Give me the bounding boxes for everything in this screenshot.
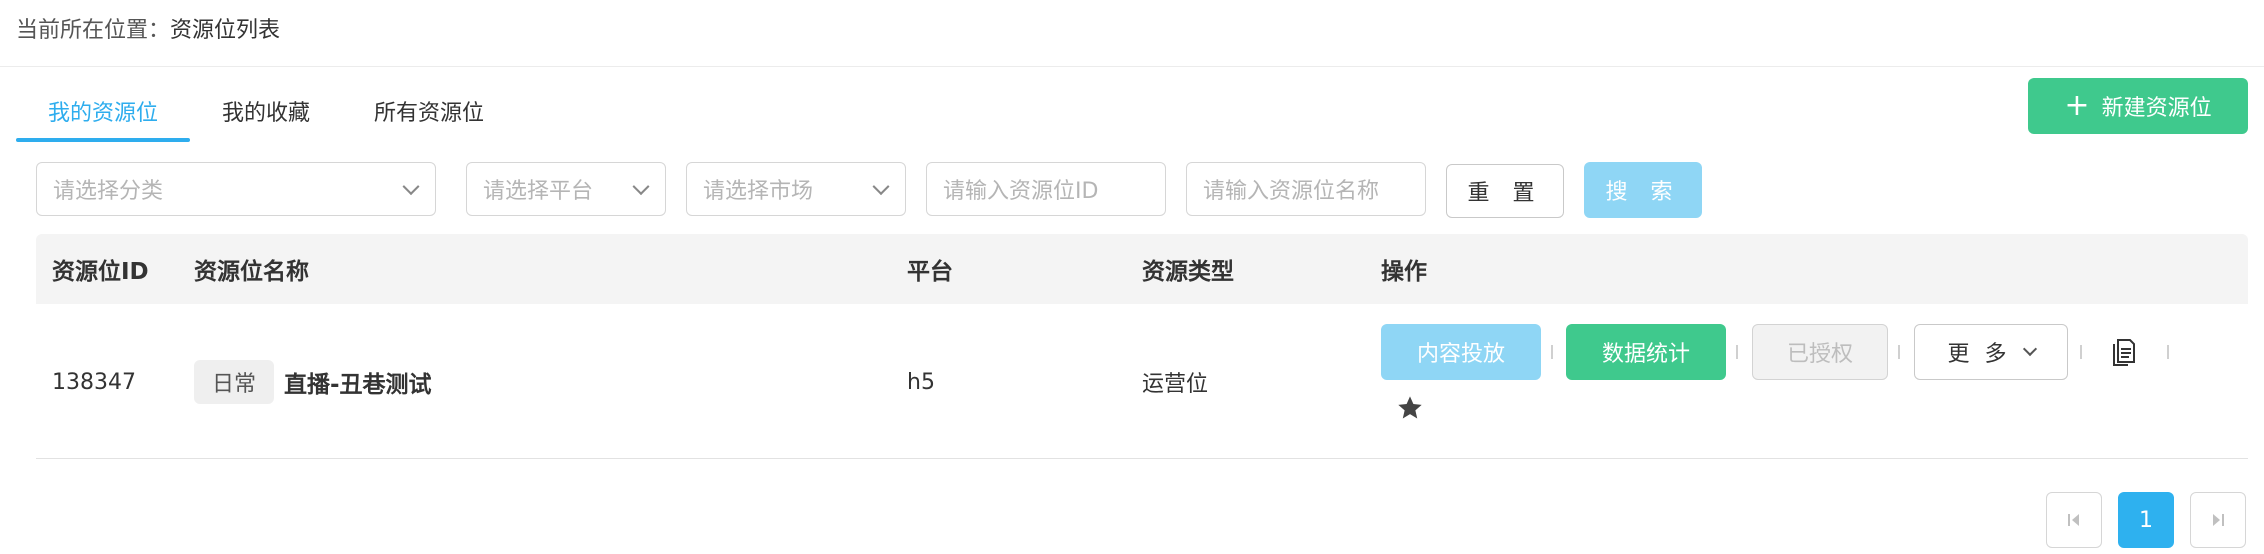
new-resource-button[interactable]: + 新建资源位 — [2028, 78, 2248, 134]
document-copy-icon[interactable] — [2110, 336, 2140, 368]
content-delivery-button[interactable]: 内容投放 — [1381, 324, 1541, 380]
chevron-down-icon — [632, 178, 650, 196]
resource-type-value: 运营位 — [1142, 372, 1209, 397]
action-separator — [1736, 345, 1738, 359]
column-header-id: 资源位ID — [52, 259, 149, 285]
tag-badge: 日常 — [194, 360, 275, 404]
column-header-actions: 操作 — [1381, 259, 1427, 285]
action-separator — [1551, 345, 1553, 359]
chevron-down-icon — [872, 178, 890, 196]
platform-value: h5 — [907, 369, 935, 395]
search-button[interactable]: 搜 索 — [1584, 162, 1702, 218]
first-page-button[interactable] — [2046, 492, 2102, 548]
authorized-button: 已授权 — [1752, 324, 1888, 380]
tab-label: 我的收藏 — [222, 101, 311, 126]
data-statistics-button[interactable]: 数据统计 — [1566, 324, 1726, 380]
breadcrumb-current: 资源位列表 — [170, 18, 281, 43]
action-separator — [2080, 345, 2082, 359]
breadcrumb: 当前所在位置： 资源位列表 — [16, 10, 280, 46]
column-header-name: 资源位名称 — [194, 259, 309, 285]
tab-my-resources[interactable]: 我的资源位 — [16, 80, 191, 142]
reset-button[interactable]: 重 置 — [1446, 164, 1564, 218]
category-placeholder: 请选择分类 — [53, 179, 164, 204]
last-page-icon — [2213, 514, 2224, 526]
resource-id-placeholder: 请输入资源位ID — [943, 179, 1099, 204]
platform-select[interactable]: 请选择平台 — [466, 162, 666, 216]
tab-label: 我的资源位 — [48, 101, 159, 126]
tab-bar: 我的资源位 我的收藏 所有资源位 — [16, 80, 516, 142]
plus-icon: + — [2064, 88, 2090, 123]
market-placeholder: 请选择市场 — [703, 179, 814, 204]
table-header: 资源位ID 资源位名称 平台 资源类型 操作 — [36, 234, 2248, 304]
resource-name[interactable]: 直播-丑巷测试 — [284, 365, 432, 399]
tab-all-resources[interactable]: 所有资源位 — [342, 80, 516, 142]
action-separator — [2167, 345, 2169, 359]
resource-id-input[interactable]: 请输入资源位ID — [926, 162, 1166, 216]
more-dropdown-button[interactable]: 更 多 — [1914, 324, 2068, 380]
column-header-platform: 平台 — [907, 259, 953, 285]
resource-id: 138347 — [52, 369, 136, 395]
chevron-down-icon — [2022, 341, 2037, 357]
chevron-down-icon — [402, 178, 420, 196]
resource-name-cell: 日常 直播-丑巷测试 — [194, 354, 432, 410]
breadcrumb-prefix: 当前所在位置： — [16, 18, 171, 43]
platform-placeholder: 请选择平台 — [483, 179, 594, 204]
table-row: 138347 日常 直播-丑巷测试 h5 运营位 内容投放 数据统计 已授权 更… — [36, 304, 2248, 459]
tab-label: 所有资源位 — [374, 101, 485, 126]
resource-name-placeholder: 请输入资源位名称 — [1203, 179, 1380, 204]
market-select[interactable]: 请选择市场 — [686, 162, 906, 216]
more-label: 更 多 — [1947, 342, 2011, 367]
last-page-button[interactable] — [2190, 492, 2246, 548]
header-divider — [0, 66, 2264, 67]
category-select[interactable]: 请选择分类 — [36, 162, 436, 216]
resource-name-input[interactable]: 请输入资源位名称 — [1186, 162, 1426, 216]
new-resource-label: 新建资源位 — [2101, 96, 2212, 121]
column-header-type: 资源类型 — [1142, 259, 1234, 285]
action-separator — [1898, 345, 1900, 359]
tab-my-favorites[interactable]: 我的收藏 — [190, 80, 342, 142]
star-icon[interactable] — [1396, 392, 1430, 424]
first-page-icon — [2068, 514, 2079, 526]
page-number-button[interactable]: 1 — [2118, 492, 2174, 548]
